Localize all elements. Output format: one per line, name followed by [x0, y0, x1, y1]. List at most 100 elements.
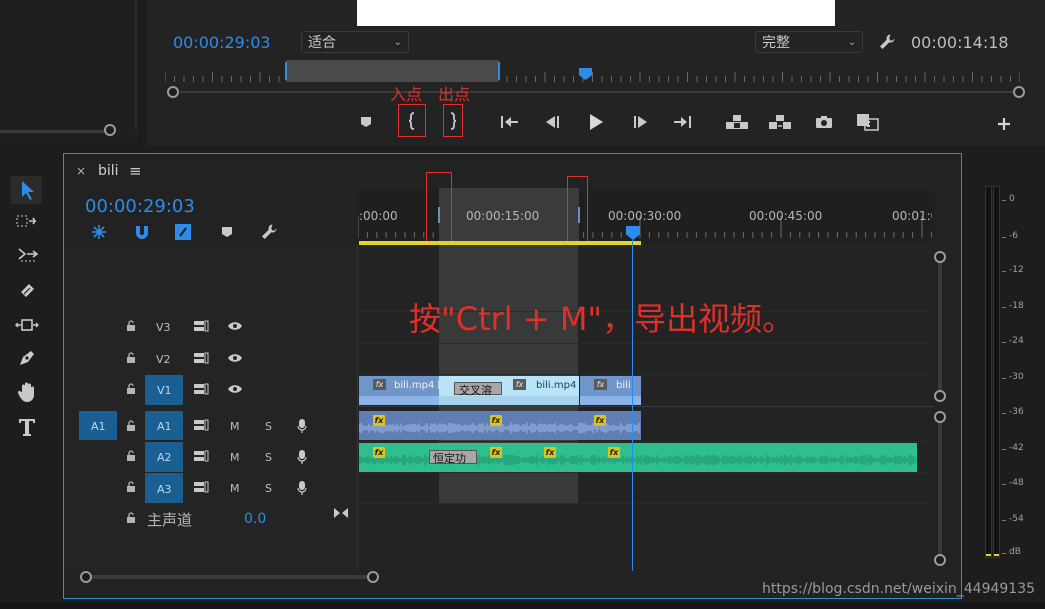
- lock-icon[interactable]: [124, 381, 138, 397]
- microphone-icon[interactable]: [295, 448, 309, 466]
- play-icon[interactable]: [585, 111, 607, 133]
- go-to-out-icon[interactable]: [671, 113, 693, 131]
- snap-magnet-icon[interactable]: [131, 222, 153, 242]
- in-point-bracket: [438, 207, 440, 223]
- track-label-v2: V2: [156, 353, 171, 366]
- linked-selection-icon[interactable]: [172, 221, 194, 243]
- meter-scale-label: -6: [1009, 231, 1018, 241]
- nest-toggle-icon[interactable]: [88, 222, 110, 242]
- microphone-icon[interactable]: [295, 479, 309, 497]
- step-back-icon[interactable]: [541, 113, 563, 131]
- video-clip-1[interactable]: fx bili.mp4 [V: [359, 376, 439, 405]
- vertical-scroll-knob-top[interactable]: [934, 251, 946, 263]
- slip-tool-icon[interactable]: [12, 313, 42, 337]
- ruler-label-15s: 00:00:15:00: [466, 209, 540, 223]
- toggle-sync-lock-icon[interactable]: [192, 382, 210, 396]
- toggle-sync-lock-icon[interactable]: [192, 319, 210, 333]
- selection-tool[interactable]: [11, 176, 42, 204]
- export-frame-camera-icon[interactable]: [813, 113, 835, 131]
- lock-icon[interactable]: [124, 448, 138, 464]
- audio-clip-a2[interactable]: fx 恒定功 fx fx fx: [359, 443, 917, 472]
- lock-icon[interactable]: [124, 418, 138, 434]
- go-to-in-out-icon[interactable]: [332, 505, 350, 521]
- project-scroll-track[interactable]: [0, 130, 112, 133]
- master-volume-value[interactable]: 0.0: [244, 511, 266, 527]
- toggle-sync-lock-icon[interactable]: [192, 480, 210, 494]
- ripple-edit-tool-icon[interactable]: [12, 244, 42, 268]
- track-select-tool-icon[interactable]: [12, 210, 42, 234]
- eye-icon[interactable]: [226, 319, 244, 333]
- eye-icon[interactable]: [226, 382, 244, 396]
- toggle-sync-lock-icon[interactable]: [192, 351, 210, 365]
- in-out-range[interactable]: [286, 60, 499, 82]
- meter-scale-tick: [1002, 484, 1006, 485]
- hand-tool-icon[interactable]: [12, 380, 42, 404]
- project-panel: [0, 0, 138, 143]
- add-marker-icon[interactable]: [358, 114, 374, 130]
- lift-icon[interactable]: [724, 113, 750, 131]
- video-clip-2[interactable]: 交叉溶 fx bili.mp4: [439, 376, 579, 405]
- in-range-handle[interactable]: [285, 62, 287, 80]
- pen-tool-icon[interactable]: [12, 346, 42, 370]
- vertical-scroll-track[interactable]: [938, 260, 942, 394]
- microphone-icon[interactable]: [295, 417, 309, 435]
- chevron-down-icon: ⌄: [847, 36, 856, 48]
- timeline-zoom-left-knob[interactable]: [80, 571, 92, 583]
- toggle-sync-lock-icon[interactable]: [192, 449, 210, 463]
- timeline-playhead-line[interactable]: [632, 240, 633, 571]
- solo-button-a2[interactable]: S: [265, 451, 272, 464]
- audio-vertical-scroll-track[interactable]: [938, 420, 942, 558]
- monitor-zoom-left-knob[interactable]: [167, 86, 179, 98]
- source-label-a1: A1: [91, 420, 106, 433]
- vertical-scroll-knob-bottom[interactable]: [934, 390, 946, 402]
- fx-badge: fx: [373, 415, 385, 426]
- lock-icon[interactable]: [124, 350, 138, 366]
- mute-button-a3[interactable]: M: [230, 482, 240, 495]
- toggle-sync-lock-icon[interactable]: [192, 418, 210, 432]
- fit-dropdown-value: 适合: [308, 35, 336, 51]
- program-timecode[interactable]: 00:00:29:03: [173, 33, 271, 52]
- transition-constant-power[interactable]: 恒定功: [429, 450, 477, 465]
- fit-dropdown[interactable]: 适合 ⌄: [301, 31, 409, 53]
- project-scroll-knob[interactable]: [104, 124, 116, 136]
- go-to-in-icon[interactable]: [499, 113, 521, 131]
- add-marker-icon[interactable]: [218, 222, 236, 242]
- mute-button-a1[interactable]: M: [230, 420, 240, 433]
- eye-icon[interactable]: [226, 351, 244, 365]
- fx-badge: fx: [373, 447, 385, 458]
- monitor-zoom-bar[interactable]: [180, 91, 1015, 93]
- audio-scroll-knob-bottom[interactable]: [934, 554, 946, 566]
- timeline-close-button[interactable]: ×: [76, 164, 86, 178]
- lock-icon[interactable]: [124, 510, 138, 526]
- meter-scale-tick: [1002, 449, 1006, 450]
- ruler-label-30s: 00:00:30:00: [608, 209, 682, 223]
- sequence-tab-name[interactable]: bili: [98, 163, 119, 179]
- comparison-view-icon[interactable]: [855, 112, 881, 132]
- panel-menu-icon[interactable]: ≡: [129, 162, 142, 180]
- mark-out-icon[interactable]: [445, 112, 461, 130]
- wrench-icon[interactable]: [876, 31, 898, 53]
- lock-icon[interactable]: [124, 318, 138, 334]
- mute-button-a2[interactable]: M: [230, 451, 240, 464]
- solo-button-a1[interactable]: S: [265, 420, 272, 433]
- meter-scale-tick: [1002, 200, 1006, 201]
- quality-dropdown[interactable]: 完整 ⌄: [755, 31, 863, 53]
- timeline-timecode[interactable]: 00:00:29:03: [85, 196, 195, 217]
- type-tool-icon[interactable]: [12, 414, 42, 440]
- timeline-zoom-right-knob[interactable]: [367, 571, 379, 583]
- step-forward-icon[interactable]: [630, 113, 652, 131]
- audio-clip-a1[interactable]: fx fx fx: [359, 411, 641, 440]
- add-button-icon[interactable]: [994, 114, 1014, 134]
- monitor-zoom-right-knob[interactable]: [1013, 86, 1025, 98]
- out-range-handle[interactable]: [498, 62, 500, 80]
- razor-tool-icon[interactable]: [12, 279, 42, 303]
- audio-scroll-knob-top[interactable]: [934, 411, 946, 423]
- transition-cross-dissolve[interactable]: 交叉溶: [454, 382, 502, 397]
- timeline-zoom-bar[interactable]: [92, 575, 368, 579]
- meter-scale-tick: [1002, 237, 1006, 238]
- lock-icon[interactable]: [124, 479, 138, 495]
- extract-icon[interactable]: [767, 113, 793, 131]
- solo-button-a3[interactable]: S: [265, 482, 272, 495]
- mark-in-icon[interactable]: [404, 112, 420, 130]
- timeline-settings-wrench-icon[interactable]: [258, 221, 280, 243]
